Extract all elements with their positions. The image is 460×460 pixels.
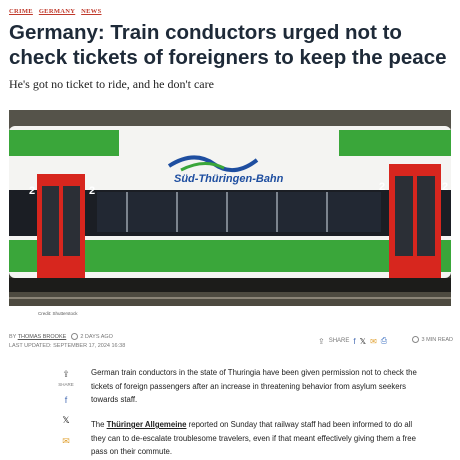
door-number: 2 bbox=[442, 181, 448, 193]
article-subhead: He's got no ticket to ride, and he don't… bbox=[9, 77, 214, 91]
side-share-label: SHARE bbox=[58, 382, 74, 387]
article-age: 2 DAYS AGO bbox=[80, 334, 113, 340]
breadcrumb-crime[interactable]: CRIME bbox=[9, 8, 33, 15]
side-share-column: ⇪ SHARE f 𝕏 ✉ bbox=[55, 369, 77, 457]
door-number: 2 bbox=[29, 185, 35, 197]
clock-icon bbox=[412, 336, 419, 343]
email-icon[interactable]: ✉ bbox=[55, 436, 77, 447]
share-icon[interactable]: ⇪ bbox=[55, 369, 77, 380]
read-time: 3 MIN READ bbox=[409, 336, 453, 343]
breadcrumb-news[interactable]: NEWS bbox=[81, 8, 101, 15]
breadcrumb-germany[interactable]: GERMANY bbox=[39, 8, 75, 15]
last-updated: LAST UPDATED: SEPTEMBER 17, 2024 16:38 bbox=[9, 343, 126, 349]
email-icon[interactable]: ✉ bbox=[370, 337, 377, 346]
breadcrumb: CRIME GERMANY NEWS bbox=[9, 8, 106, 15]
byline: BY THOMAS BROOKE 2 DAYS AGO LAST UPDATED… bbox=[9, 333, 125, 351]
facebook-icon[interactable]: f bbox=[55, 395, 77, 405]
x-icon[interactable]: 𝕏 bbox=[360, 337, 366, 346]
door-number: 2 bbox=[379, 181, 385, 193]
door-number: 2 bbox=[89, 185, 95, 197]
share-icon: ⇪ bbox=[318, 336, 325, 346]
source-link[interactable]: Thüringer Allgemeine bbox=[107, 420, 187, 429]
facebook-icon[interactable]: f bbox=[353, 337, 355, 346]
p2-prefix: The bbox=[91, 420, 107, 429]
print-icon[interactable]: ⎙ bbox=[381, 336, 387, 346]
x-icon[interactable]: 𝕏 bbox=[55, 415, 77, 426]
article-paragraph: German train conductors in the state of … bbox=[91, 368, 417, 404]
share-label: SHARE bbox=[328, 338, 350, 344]
train-logo-text: Süd-Thüringen-Bahn bbox=[174, 173, 284, 185]
article-photo: Süd-Thüringen-Bahn 2 2 2 2 bbox=[9, 110, 451, 306]
train-illustration: Süd-Thüringen-Bahn 2 2 2 2 bbox=[9, 110, 451, 306]
photo-credit: Credit: Shutterstock bbox=[38, 311, 78, 316]
author-link[interactable]: THOMAS BROOKE bbox=[18, 334, 67, 340]
read-time-label: 3 MIN READ bbox=[421, 336, 454, 343]
clock-icon bbox=[70, 333, 78, 341]
article-paragraph: The Thüringer Allgemeine reported on Sun… bbox=[91, 418, 421, 459]
byline-prefix: BY bbox=[9, 334, 17, 340]
page-title: Germany: Train conductors urged not to c… bbox=[9, 21, 447, 69]
share-bar: ⇪ SHARE f 𝕏 ✉ ⎙ bbox=[318, 336, 387, 346]
